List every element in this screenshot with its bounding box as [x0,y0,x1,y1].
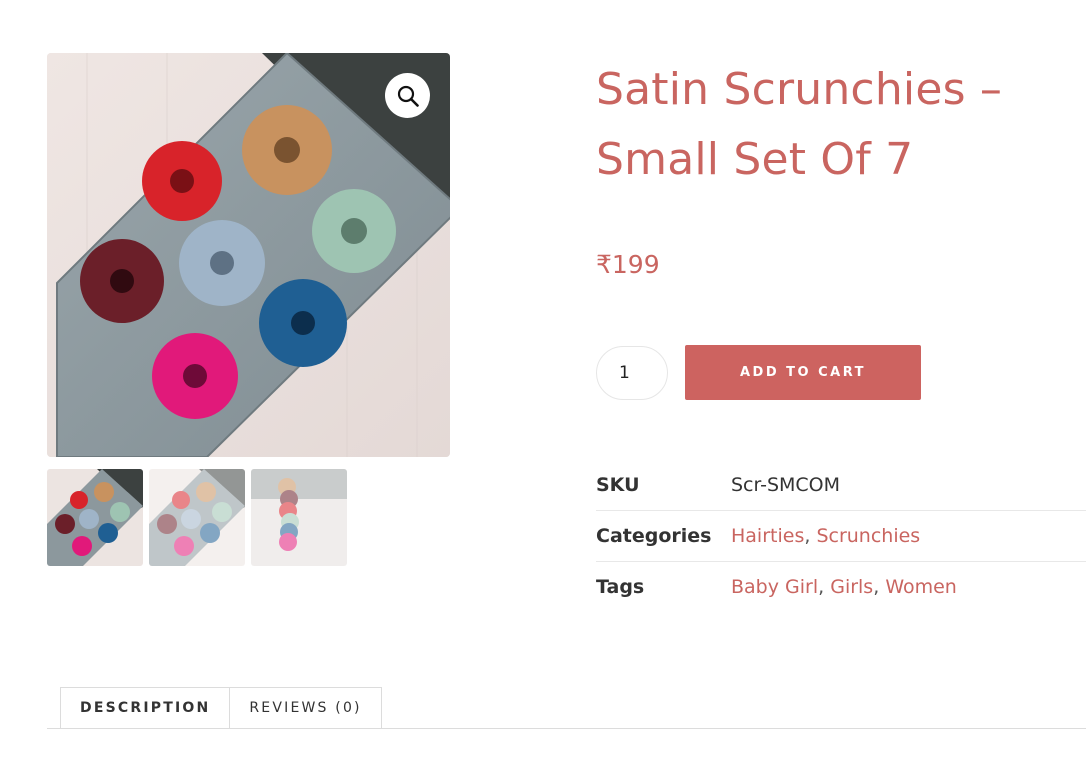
scrunchie-gold [242,105,332,195]
categories-label: Categories [596,525,712,547]
scrunchie-maroon [80,239,164,323]
product-summary: Satin Scrunchies – Small Set Of 7 ₹199 1… [596,55,1086,598]
thumbnail-3[interactable] [251,469,347,566]
scrunchies-photo [47,53,450,457]
tab-reviews[interactable]: REVIEWS (0) [230,687,382,729]
tab-description[interactable]: DESCRIPTION [60,687,231,729]
quantity-input[interactable]: 1 [596,345,668,400]
meta-row-categories: Categories Hairties, Scrunchies [596,511,1086,562]
scrunchie-mint [312,189,396,273]
main-product-image[interactable] [47,53,450,457]
product-tabs: DESCRIPTION REVIEWS (0) [47,687,1086,729]
categories-list: Hairties, Scrunchies [731,525,921,547]
magnifier-icon [397,85,419,107]
scrunchie-blue [259,279,347,367]
tags-label: Tags [596,576,645,598]
product-gallery [47,53,450,566]
meta-row-tags: Tags Baby Girl, Girls, Women [596,562,1086,612]
category-link-hairties[interactable]: Hairties [731,525,804,547]
thumbnail-2[interactable] [149,469,245,566]
meta-row-sku: SKU Scr-SMCOM [596,460,1086,511]
product-price: ₹199 [596,250,660,279]
product-meta: SKU Scr-SMCOM Categories Hairties, Scrun… [596,460,1086,612]
thumbnail-strip [47,469,450,566]
product-title: Satin Scrunchies – Small Set Of 7 [596,64,1003,185]
tag-link-women[interactable]: Women [885,576,957,598]
add-to-cart-form: 1 ADD TO CART [596,345,921,400]
scrunchie-red [142,141,222,221]
sku-label: SKU [596,474,640,496]
scrunchie-silver [179,220,265,306]
scrunchie-pink [152,333,238,419]
tag-link-baby-girl[interactable]: Baby Girl [731,576,818,598]
category-link-scrunchies[interactable]: Scrunchies [816,525,920,547]
zoom-button[interactable] [385,73,430,118]
add-to-cart-button[interactable]: ADD TO CART [685,345,921,400]
tag-link-girls[interactable]: Girls [830,576,873,598]
sku-value: Scr-SMCOM [731,474,841,496]
tags-list: Baby Girl, Girls, Women [731,576,957,598]
thumbnail-1[interactable] [47,469,143,566]
